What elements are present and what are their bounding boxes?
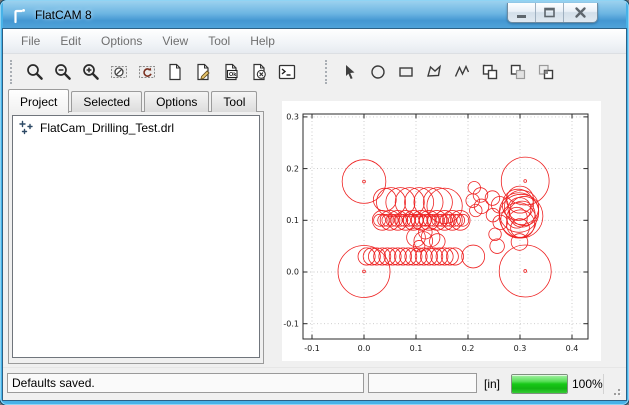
draw-polygon-icon xyxy=(424,62,444,82)
drill-object-icon xyxy=(19,120,34,135)
draw-path-icon xyxy=(452,62,472,82)
clear-plot-icon xyxy=(109,62,129,82)
draw-path-button[interactable] xyxy=(448,59,476,85)
zoom-in-icon xyxy=(81,62,101,82)
accept-document-button[interactable]: Ok xyxy=(217,59,245,85)
status-message: Defaults saved. xyxy=(12,376,95,390)
flatcam-window: FlatCAM 8 FileEditOptionsViewToolHelp Ok… xyxy=(0,0,629,405)
menu-item-help[interactable]: Help xyxy=(240,30,285,52)
menu-item-file[interactable]: File xyxy=(11,30,50,52)
menu-item-tool[interactable]: Tool xyxy=(198,30,240,52)
select-button[interactable] xyxy=(336,59,364,85)
resize-grip[interactable] xyxy=(610,384,622,396)
svg-text:-0.1: -0.1 xyxy=(283,319,299,328)
tab-project[interactable]: Project xyxy=(8,89,69,113)
tree-item[interactable]: FlatCam_Drilling_Test.drl xyxy=(13,116,259,137)
close-icon xyxy=(572,5,589,20)
zoom-fit-button[interactable] xyxy=(21,59,49,85)
new-project-button[interactable] xyxy=(161,59,189,85)
shell-icon xyxy=(277,62,297,82)
zoom-out-icon xyxy=(53,62,73,82)
svg-text:0.3: 0.3 xyxy=(286,113,299,122)
draw-rectangle-button[interactable] xyxy=(392,59,420,85)
svg-text:-0.1: -0.1 xyxy=(304,344,320,353)
edit-document-button[interactable] xyxy=(189,59,217,85)
window-title: FlatCAM 8 xyxy=(35,8,92,22)
toolbar: Ok xyxy=(3,55,626,88)
intersect-button[interactable] xyxy=(532,59,560,85)
draw-circle-button[interactable] xyxy=(364,59,392,85)
tab-selected[interactable]: Selected xyxy=(71,91,142,112)
toolbar-drag-handle[interactable] xyxy=(10,60,15,84)
tab-bar: ProjectSelectedOptionsTool xyxy=(8,89,259,112)
toolbar-drag-handle-2[interactable] xyxy=(325,60,330,84)
progress-fill xyxy=(512,375,567,393)
app-icon xyxy=(11,7,28,24)
svg-text:0.4: 0.4 xyxy=(566,344,579,353)
window-controls xyxy=(507,3,598,23)
svg-text:0.2: 0.2 xyxy=(462,344,475,353)
draw-polygon-button[interactable] xyxy=(420,59,448,85)
svg-text:0.3: 0.3 xyxy=(514,344,527,353)
status-separator xyxy=(603,374,604,394)
svg-text:0.1: 0.1 xyxy=(410,344,423,353)
cancel-document-icon xyxy=(249,62,269,82)
intersect-icon xyxy=(536,62,556,82)
tree-item-label: FlatCam_Drilling_Test.drl xyxy=(40,121,174,135)
plot-canvas[interactable]: -0.1 0.0 0.1 0.2 0.3 0.4 -0.1 0.0 0.1 0.2 0.3 xyxy=(270,99,621,367)
svg-text:Ok: Ok xyxy=(229,72,237,78)
progress-percent-label: 100% xyxy=(572,377,603,391)
status-bar: Defaults saved. [in] 100% xyxy=(3,367,626,400)
zoom-out-button[interactable] xyxy=(49,59,77,85)
zoom-fit-icon xyxy=(25,62,45,82)
status-aux-panel xyxy=(368,373,477,393)
replot-button[interactable] xyxy=(133,59,161,85)
svg-text:0.2: 0.2 xyxy=(286,164,299,173)
menu-item-edit[interactable]: Edit xyxy=(50,30,91,52)
menu-item-options[interactable]: Options xyxy=(91,30,152,52)
menu-bar: FileEditOptionsViewToolHelp xyxy=(3,29,626,54)
project-tree: FlatCam_Drilling_Test.drl xyxy=(12,115,260,358)
clear-plot-button[interactable] xyxy=(105,59,133,85)
close-button[interactable] xyxy=(563,3,597,22)
tab-tool[interactable]: Tool xyxy=(211,91,257,112)
cancel-document-button[interactable] xyxy=(245,59,273,85)
progress-bar xyxy=(511,374,568,394)
union-icon xyxy=(480,62,500,82)
svg-text:0.0: 0.0 xyxy=(358,344,371,353)
maximize-button[interactable] xyxy=(535,3,563,22)
tab-options[interactable]: Options xyxy=(144,91,209,112)
content-area: FileEditOptionsViewToolHelp Ok ProjectSe… xyxy=(3,29,626,400)
toolbar-group-file: Ok xyxy=(21,59,301,85)
accept-document-icon: Ok xyxy=(221,62,241,82)
replot-icon xyxy=(137,62,157,82)
menu-item-view[interactable]: View xyxy=(152,30,198,52)
shell-button[interactable] xyxy=(273,59,301,85)
maximize-icon xyxy=(541,5,558,20)
minimize-icon xyxy=(513,5,530,20)
subtract-icon xyxy=(508,62,528,82)
svg-text:0.0: 0.0 xyxy=(286,268,299,277)
select-icon xyxy=(340,62,360,82)
union-button[interactable] xyxy=(476,59,504,85)
subtract-button[interactable] xyxy=(504,59,532,85)
new-project-icon xyxy=(165,62,185,82)
draw-rectangle-icon xyxy=(396,62,416,82)
minimize-button[interactable] xyxy=(508,3,535,22)
svg-text:0.1: 0.1 xyxy=(286,216,299,225)
status-message-panel: Defaults saved. xyxy=(7,373,364,393)
edit-document-icon xyxy=(193,62,213,82)
units-label: [in] xyxy=(484,377,500,391)
zoom-in-button[interactable] xyxy=(77,59,105,85)
toolbar-group-geometry xyxy=(336,59,560,85)
draw-circle-icon xyxy=(368,62,388,82)
